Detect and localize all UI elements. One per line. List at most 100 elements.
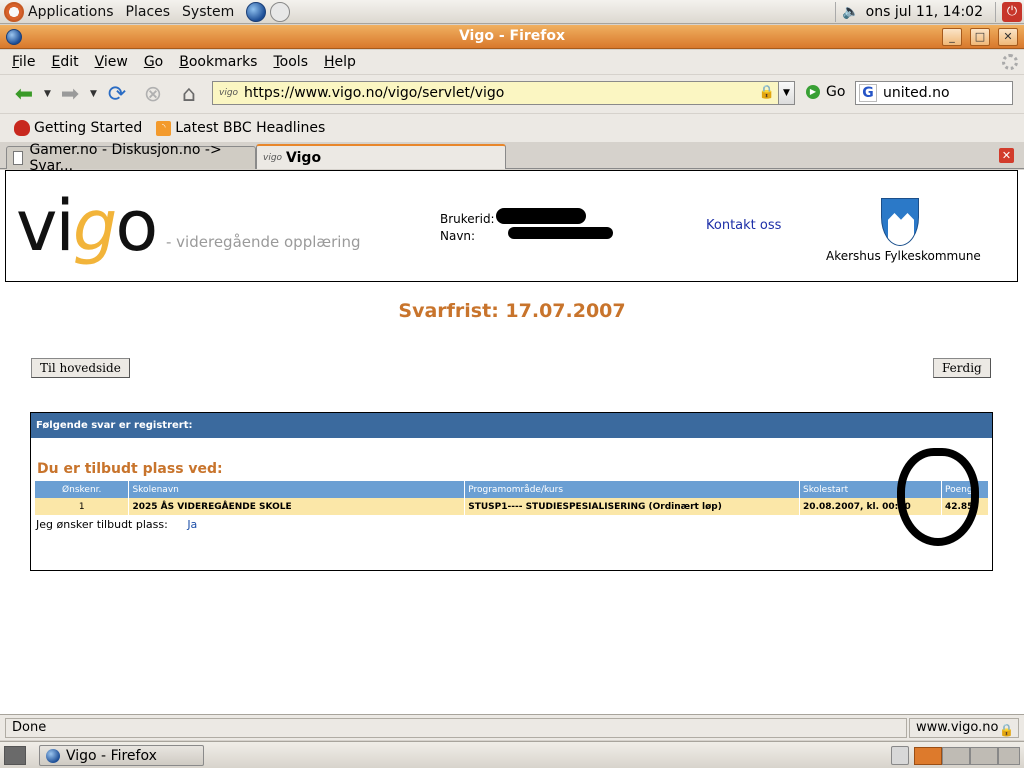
user-info: Brukerid: Navn: xyxy=(440,211,495,245)
bookmark-label: Latest BBC Headlines xyxy=(175,120,326,136)
status-domain-text: www.vigo.no xyxy=(916,720,999,735)
email-launcher-icon[interactable] xyxy=(270,1,291,22)
firefox-icon xyxy=(46,748,60,763)
rss-icon: ◝ xyxy=(156,120,172,136)
menu-tools[interactable]: Tools xyxy=(273,54,308,70)
wish-row: Jeg ønsker tilbudt plass: Ja xyxy=(36,518,197,531)
home-button[interactable]: ⌂ xyxy=(175,81,203,107)
menu-file[interactable]: File xyxy=(12,54,35,70)
trash-icon[interactable] xyxy=(891,746,909,765)
show-desktop-icon[interactable] xyxy=(4,746,26,765)
volume-icon[interactable]: 🔈 xyxy=(842,4,859,20)
logo-part-vi: vi xyxy=(16,185,75,267)
web-browser-launcher-icon[interactable] xyxy=(246,1,267,22)
vigo-logo[interactable]: vigo xyxy=(16,185,158,267)
reload-button[interactable]: ⟳ xyxy=(103,81,131,107)
maximize-button[interactable]: □ xyxy=(970,28,990,46)
forward-history-dropdown-icon[interactable]: ▼ xyxy=(90,89,97,99)
minimize-button[interactable]: _ xyxy=(942,28,962,46)
result-header: Følgende svar er registrert: xyxy=(31,413,992,438)
tab-gamer[interactable]: Gamer.no - Diskusjon.no -> Svar... xyxy=(6,142,256,174)
power-icon[interactable]: ⏻ xyxy=(1002,2,1022,22)
applications-menu[interactable]: Applications xyxy=(28,4,114,20)
url-history-dropdown[interactable]: ▼ xyxy=(778,81,795,105)
throbber-icon xyxy=(1002,54,1018,70)
taskbar-window-label: Vigo - Firefox xyxy=(66,747,157,764)
user-id-label: Brukerid: xyxy=(440,212,495,226)
tab-vigo[interactable]: vigo Vigo xyxy=(256,144,506,169)
url-text[interactable]: https://www.vigo.no/vigo/servlet/vigo xyxy=(244,85,504,101)
firefox-bookmark-icon xyxy=(14,120,30,136)
cell-program: STUSP1---- STUDIESPESIALISERING (Ordinær… xyxy=(464,498,801,515)
system-menu[interactable]: System xyxy=(182,4,234,20)
col-school-name: Skolenavn xyxy=(128,481,466,498)
logo-part-o: o xyxy=(115,185,158,267)
go-button[interactable]: ▶ Go xyxy=(806,84,845,100)
close-tab-button[interactable]: ✕ xyxy=(999,148,1014,163)
panel-clock[interactable]: ons jul 11, 14:02 xyxy=(866,4,983,20)
top-panel: Applications Places System 🔈 ons jul 11,… xyxy=(0,0,1024,24)
back-button[interactable]: ⬅ xyxy=(10,81,38,107)
window-title: Vigo - Firefox xyxy=(458,28,566,44)
menu-edit[interactable]: Edit xyxy=(51,54,78,70)
workspace-1[interactable] xyxy=(914,747,942,765)
close-window-button[interactable]: ✕ xyxy=(998,28,1018,46)
name-label: Navn: xyxy=(440,229,476,243)
site-header: vigo - videregående opplæring Brukerid: … xyxy=(5,170,1018,282)
menu-view[interactable]: View xyxy=(95,54,128,70)
status-text: Done xyxy=(5,718,907,738)
vigo-favicon-icon: vigo xyxy=(263,152,283,163)
contact-link[interactable]: Kontakt oss xyxy=(706,218,781,233)
back-history-dropdown-icon[interactable]: ▼ xyxy=(44,89,51,99)
google-engine-icon[interactable]: G xyxy=(859,84,877,102)
panel-separator xyxy=(995,2,996,22)
search-input[interactable]: G united.no xyxy=(855,81,1013,105)
document-icon xyxy=(13,151,24,165)
cell-school-name: 2025 ÅS VIDEREGÅENDE SKOLE xyxy=(128,498,466,515)
status-lock-icon[interactable]: 🔒 xyxy=(999,721,1014,739)
panel-separator xyxy=(835,2,837,22)
places-menu[interactable]: Places xyxy=(126,4,171,20)
go-arrow-icon: ▶ xyxy=(806,85,820,99)
result-panel: Følgende svar er registrert: Du er tilbu… xyxy=(30,412,993,571)
workspace-2[interactable] xyxy=(942,747,970,765)
menu-go[interactable]: Go xyxy=(144,54,163,70)
offer-table: Ønskenr. Skolenavn Programområde/kurs Sk… xyxy=(35,481,990,515)
wish-label: Jeg ønsker tilbudt plass: xyxy=(36,518,168,531)
menu-help[interactable]: Help xyxy=(324,54,356,70)
taskbar-window-button[interactable]: Vigo - Firefox xyxy=(39,745,204,766)
workspace-4[interactable] xyxy=(998,747,1020,765)
forward-button[interactable]: ➡ xyxy=(56,81,84,107)
done-button[interactable]: Ferdig xyxy=(933,358,991,378)
menubar: File Edit View Go Bookmarks Tools Help xyxy=(0,50,1024,74)
table-header-row: Ønskenr. Skolenavn Programområde/kurs Sk… xyxy=(35,481,990,498)
redaction-mark xyxy=(496,208,586,224)
county-name: Akershus Fylkeskommune xyxy=(826,249,981,263)
status-domain: www.vigo.no 🔒 xyxy=(909,718,1019,738)
bookmark-getting-started[interactable]: Getting Started xyxy=(14,120,142,136)
logo-part-g: g xyxy=(72,185,117,267)
search-value: united.no xyxy=(883,85,950,101)
bookmarks-toolbar: Getting Started ◝ Latest BBC Headlines xyxy=(0,114,1024,142)
workspace-3[interactable] xyxy=(970,747,998,765)
url-bar[interactable]: vigo https://www.vigo.no/vigo/servlet/vi… xyxy=(212,81,782,105)
hand-drawn-circle xyxy=(897,448,979,546)
bottom-panel: Vigo - Firefox xyxy=(0,741,1024,768)
menu-bookmarks[interactable]: Bookmarks xyxy=(179,54,257,70)
cell-wish-number: 1 xyxy=(35,498,130,515)
redaction-mark xyxy=(508,227,613,239)
site-favicon-icon: vigo xyxy=(219,88,239,98)
wish-answer: Ja xyxy=(187,518,198,531)
coat-of-arms-icon xyxy=(881,198,919,246)
offer-title: Du er tilbudt plass ved: xyxy=(37,461,223,477)
col-program: Programområde/kurs xyxy=(464,481,801,498)
home-page-button[interactable]: Til hovedside xyxy=(31,358,130,378)
status-bar: Done www.vigo.no 🔒 xyxy=(0,714,1024,740)
stop-button[interactable]: ⊗ xyxy=(139,81,167,107)
lock-icon[interactable]: 🔒 xyxy=(759,85,775,100)
logo-subtitle: - videregående opplæring xyxy=(166,233,361,251)
panel-tray: 🔈 ons jul 11, 14:02 ⏻ xyxy=(829,0,1024,24)
ubuntu-logo-icon[interactable] xyxy=(4,1,24,22)
window-titlebar[interactable]: Vigo - Firefox _ □ ✕ xyxy=(0,25,1024,49)
bookmark-bbc-headlines[interactable]: ◝ Latest BBC Headlines xyxy=(156,120,325,136)
